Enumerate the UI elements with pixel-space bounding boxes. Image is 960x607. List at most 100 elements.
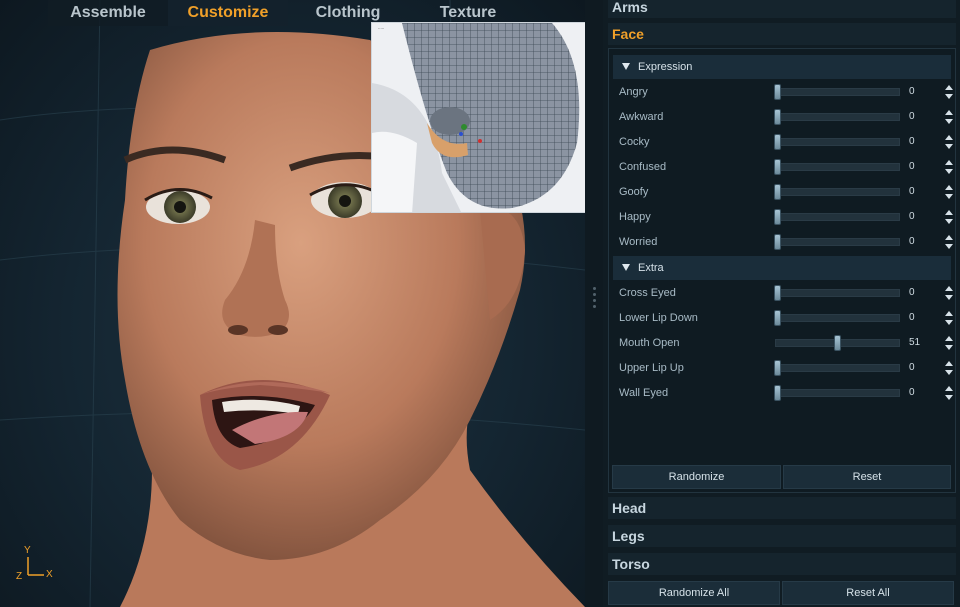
slider-row: Lower Lip Down 0 (619, 306, 954, 331)
slider-track[interactable] (774, 385, 900, 401)
category-face[interactable]: Face (608, 23, 956, 45)
category-torso[interactable]: Torso (608, 553, 956, 575)
slider-track[interactable] (774, 310, 900, 326)
slider-label: Confused (619, 161, 667, 173)
randomize-all-button[interactable]: Randomize All (608, 581, 780, 605)
slider-track[interactable] (774, 234, 900, 250)
slider-row: Angry 0 (619, 80, 954, 105)
arrow-down-icon[interactable] (945, 219, 953, 224)
slider-label: Lower Lip Down (619, 312, 698, 324)
slider-thumb[interactable] (774, 310, 781, 326)
arrow-up-icon[interactable] (945, 160, 953, 165)
slider-thumb[interactable] (834, 335, 841, 351)
arrow-down-icon[interactable] (945, 94, 953, 99)
slider-value: 51 (909, 337, 921, 348)
arrow-down-icon[interactable] (945, 119, 953, 124)
spin-buttons[interactable] (944, 205, 954, 230)
spin-buttons[interactable] (944, 230, 954, 255)
spin-buttons[interactable] (944, 381, 954, 406)
slider-thumb[interactable] (774, 285, 781, 301)
category-head[interactable]: Head (608, 497, 956, 519)
slider-thumb[interactable] (774, 385, 781, 401)
tab-customize[interactable]: Customize (168, 0, 288, 26)
3d-viewport[interactable]: Assemble Customize Clothing Texture ····… (0, 0, 585, 607)
slider-track[interactable] (774, 184, 900, 200)
arrow-up-icon[interactable] (945, 235, 953, 240)
slider-track[interactable] (774, 134, 900, 150)
slider-value: 0 (909, 136, 915, 147)
spin-buttons[interactable] (944, 281, 954, 306)
arrow-down-icon[interactable] (945, 244, 953, 249)
panel-resize-handle[interactable] (590, 287, 598, 313)
reset-all-button[interactable]: Reset All (782, 581, 954, 605)
spin-buttons[interactable] (944, 356, 954, 381)
tab-texture[interactable]: Texture (408, 0, 528, 26)
spin-buttons[interactable] (944, 105, 954, 130)
slider-thumb[interactable] (774, 234, 781, 250)
slider-track[interactable] (775, 335, 900, 351)
slider-row: Awkward 0 (619, 105, 954, 130)
slider-thumb[interactable] (774, 360, 781, 376)
triangle-down-icon (622, 263, 630, 271)
arrow-down-icon[interactable] (945, 370, 953, 375)
slider-label: Awkward (619, 111, 664, 123)
arrow-down-icon[interactable] (945, 144, 953, 149)
arrow-down-icon[interactable] (945, 395, 953, 400)
triangle-down-icon (622, 62, 630, 70)
slider-thumb[interactable] (774, 134, 781, 150)
arrow-up-icon[interactable] (945, 386, 953, 391)
spin-buttons[interactable] (944, 80, 954, 105)
spin-buttons[interactable] (944, 306, 954, 331)
spin-buttons[interactable] (944, 331, 954, 356)
tab-assemble[interactable]: Assemble (48, 0, 168, 26)
slider-track[interactable] (774, 285, 900, 301)
slider-thumb[interactable] (774, 184, 781, 200)
face-section: Expression Angry 0 Awkward 0 Cocky 0 Confused 0… (608, 48, 956, 493)
slider-value: 0 (909, 161, 915, 172)
arrow-down-icon[interactable] (945, 169, 953, 174)
arrow-up-icon[interactable] (945, 286, 953, 291)
arrow-down-icon[interactable] (945, 295, 953, 300)
slider-label: Angry (619, 86, 648, 98)
arrow-down-icon[interactable] (945, 345, 953, 350)
slider-track[interactable] (774, 360, 900, 376)
slider-track[interactable] (774, 84, 900, 100)
arrow-down-icon[interactable] (945, 320, 953, 325)
slider-track[interactable] (774, 209, 900, 225)
slider-track[interactable] (774, 109, 900, 125)
arrow-down-icon[interactable] (945, 194, 953, 199)
arrow-up-icon[interactable] (945, 361, 953, 366)
arrow-up-icon[interactable] (945, 110, 953, 115)
arrow-up-icon[interactable] (945, 185, 953, 190)
slider-track[interactable] (774, 159, 900, 175)
tab-clothing[interactable]: Clothing (288, 0, 408, 26)
slider-label: Happy (619, 211, 651, 223)
category-legs[interactable]: Legs (608, 525, 956, 547)
arrow-up-icon[interactable] (945, 210, 953, 215)
category-arms[interactable]: Arms (608, 0, 956, 18)
spin-buttons[interactable] (944, 180, 954, 205)
spin-buttons[interactable] (944, 130, 954, 155)
spin-buttons[interactable] (944, 155, 954, 180)
slider-row: Upper Lip Up 0 (619, 356, 954, 381)
slider-thumb[interactable] (774, 209, 781, 225)
wireframe-preview: ····· (371, 22, 585, 213)
slider-thumb[interactable] (774, 84, 781, 100)
customize-panel: Arms Face Expression Angry 0 Awkward 0 Cocky… (603, 0, 960, 607)
slider-thumb[interactable] (774, 109, 781, 125)
extra-header[interactable]: Extra (613, 256, 951, 280)
slider-thumb[interactable] (774, 159, 781, 175)
expression-header[interactable]: Expression (613, 55, 951, 79)
axis-y-label: Y (24, 545, 31, 556)
arrow-up-icon[interactable] (945, 85, 953, 90)
reset-button[interactable]: Reset (783, 465, 951, 489)
arrow-up-icon[interactable] (945, 311, 953, 316)
randomize-button[interactable]: Randomize (612, 465, 781, 489)
slider-value: 0 (909, 111, 915, 122)
slider-row: Cross Eyed 0 (619, 281, 954, 306)
arrow-up-icon[interactable] (945, 336, 953, 341)
expression-title: Expression (638, 61, 693, 73)
axis-z-label: Z (16, 571, 23, 582)
slider-row: Wall Eyed 0 (619, 381, 954, 406)
arrow-up-icon[interactable] (945, 135, 953, 140)
